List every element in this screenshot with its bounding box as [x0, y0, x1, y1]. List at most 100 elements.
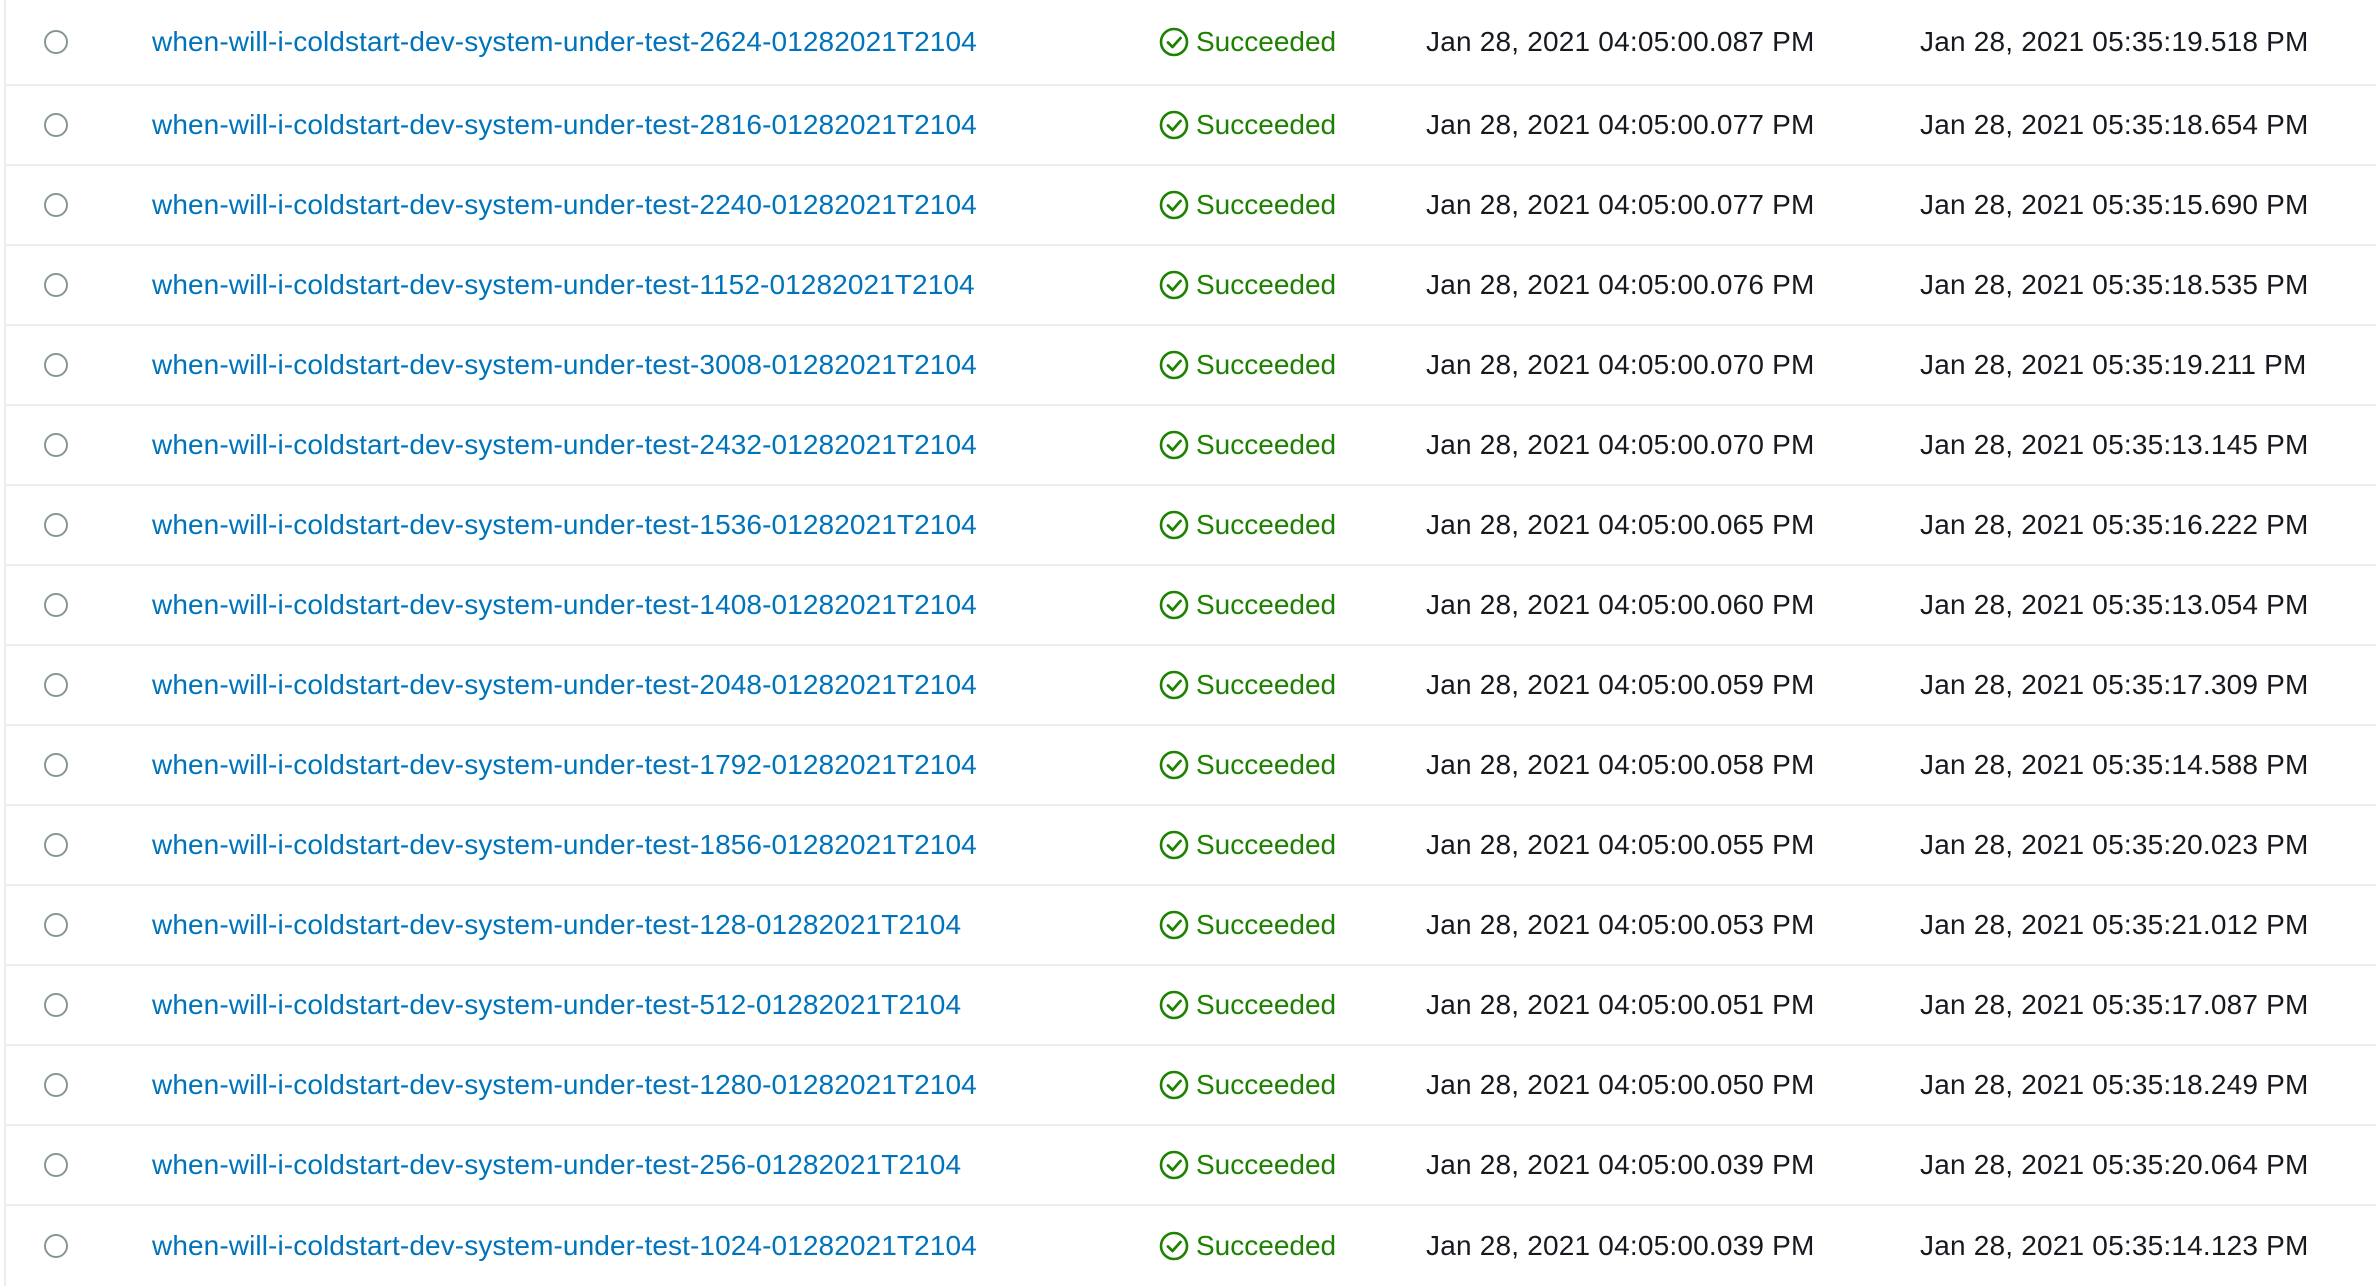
row-select-cell [44, 1046, 68, 1124]
execution-name-link[interactable]: when-will-i-coldstart-dev-system-under-t… [152, 509, 977, 541]
check-circle-icon [1159, 1070, 1189, 1100]
check-circle-icon [1159, 1150, 1189, 1180]
execution-name-link[interactable]: when-will-i-coldstart-dev-system-under-t… [152, 1069, 977, 1101]
row-select-cell [44, 966, 68, 1044]
row-select-radio[interactable] [44, 993, 68, 1017]
start-time: Jan 28, 2021 04:05:00.060 PM [1426, 589, 1815, 620]
status-cell: Succeeded [1158, 1206, 1336, 1286]
row-select-cell [44, 86, 68, 164]
row-select-radio[interactable] [44, 193, 68, 217]
execution-name-cell: when-will-i-coldstart-dev-system-under-t… [152, 166, 977, 244]
row-select-radio[interactable] [44, 113, 68, 137]
status-cell: Succeeded [1158, 646, 1336, 724]
status-cell: Succeeded [1158, 406, 1336, 484]
end-time: Jan 28, 2021 05:35:17.087 PM [1920, 989, 2309, 1020]
execution-name-link[interactable]: when-will-i-coldstart-dev-system-under-t… [152, 589, 977, 621]
execution-name-link[interactable]: when-will-i-coldstart-dev-system-under-t… [152, 989, 961, 1021]
status-cell: Succeeded [1158, 86, 1336, 164]
status-cell: Succeeded [1158, 1126, 1336, 1204]
row-select-cell [44, 486, 68, 564]
start-time-cell: Jan 28, 2021 04:05:00.077 PM [1426, 86, 1815, 164]
start-time: Jan 28, 2021 04:05:00.051 PM [1426, 989, 1815, 1020]
check-circle-icon [1159, 190, 1189, 220]
execution-name-cell: when-will-i-coldstart-dev-system-under-t… [152, 966, 961, 1044]
status-badge: Succeeded [1158, 189, 1336, 221]
end-time-cell: Jan 28, 2021 05:35:15.690 PM [1920, 166, 2309, 244]
end-time-cell: Jan 28, 2021 05:35:18.535 PM [1920, 246, 2309, 324]
start-time-cell: Jan 28, 2021 04:05:00.060 PM [1426, 566, 1815, 644]
check-circle-icon [1159, 27, 1189, 57]
row-select-radio[interactable] [44, 30, 68, 54]
execution-name-link[interactable]: when-will-i-coldstart-dev-system-under-t… [152, 269, 975, 301]
row-select-radio[interactable] [44, 513, 68, 537]
execution-name-cell: when-will-i-coldstart-dev-system-under-t… [152, 646, 977, 724]
table-row: when-will-i-coldstart-dev-system-under-t… [6, 86, 2376, 166]
status-text: Succeeded [1196, 1230, 1337, 1261]
execution-name-link[interactable]: when-will-i-coldstart-dev-system-under-t… [152, 349, 977, 381]
execution-name-link[interactable]: when-will-i-coldstart-dev-system-under-t… [152, 909, 961, 941]
execution-name-link[interactable]: when-will-i-coldstart-dev-system-under-t… [152, 829, 977, 861]
end-time: Jan 28, 2021 05:35:18.535 PM [1920, 269, 2309, 300]
status-cell: Succeeded [1158, 486, 1336, 564]
end-time-cell: Jan 28, 2021 05:35:13.145 PM [1920, 406, 2309, 484]
row-select-radio[interactable] [44, 433, 68, 457]
status-text: Succeeded [1196, 1069, 1337, 1100]
row-select-radio[interactable] [44, 1153, 68, 1177]
end-time-cell: Jan 28, 2021 05:35:19.518 PM [1920, 0, 2309, 84]
execution-name-link[interactable]: when-will-i-coldstart-dev-system-under-t… [152, 429, 977, 461]
check-circle-icon [1159, 910, 1189, 940]
start-time: Jan 28, 2021 04:05:00.077 PM [1426, 189, 1815, 220]
end-time: Jan 28, 2021 05:35:13.145 PM [1920, 429, 2309, 460]
start-time-cell: Jan 28, 2021 04:05:00.070 PM [1426, 406, 1815, 484]
row-select-radio[interactable] [44, 1073, 68, 1097]
row-select-radio[interactable] [44, 753, 68, 777]
end-time: Jan 28, 2021 05:35:20.064 PM [1920, 1149, 2309, 1180]
row-select-radio[interactable] [44, 593, 68, 617]
status-text: Succeeded [1196, 669, 1337, 700]
table-row: when-will-i-coldstart-dev-system-under-t… [6, 1126, 2376, 1206]
end-time: Jan 28, 2021 05:35:20.023 PM [1920, 829, 2309, 860]
row-select-cell [44, 806, 68, 884]
start-time: Jan 28, 2021 04:05:00.058 PM [1426, 749, 1815, 780]
status-text: Succeeded [1196, 989, 1337, 1020]
start-time-cell: Jan 28, 2021 04:05:00.053 PM [1426, 886, 1815, 964]
status-text: Succeeded [1196, 26, 1337, 57]
end-time: Jan 28, 2021 05:35:13.054 PM [1920, 589, 2309, 620]
check-circle-icon [1159, 430, 1189, 460]
row-select-radio[interactable] [44, 1234, 68, 1258]
check-circle-icon [1159, 830, 1189, 860]
start-time-cell: Jan 28, 2021 04:05:00.039 PM [1426, 1126, 1815, 1204]
row-select-radio[interactable] [44, 833, 68, 857]
status-badge: Succeeded [1158, 26, 1336, 58]
row-select-radio[interactable] [44, 673, 68, 697]
row-select-radio[interactable] [44, 273, 68, 297]
check-circle-icon [1159, 270, 1189, 300]
execution-name-link[interactable]: when-will-i-coldstart-dev-system-under-t… [152, 26, 977, 58]
execution-name-link[interactable]: when-will-i-coldstart-dev-system-under-t… [152, 749, 977, 781]
row-select-radio[interactable] [44, 353, 68, 377]
end-time-cell: Jan 28, 2021 05:35:17.309 PM [1920, 646, 2309, 724]
start-time-cell: Jan 28, 2021 04:05:00.077 PM [1426, 166, 1815, 244]
executions-table: when-will-i-coldstart-dev-system-under-t… [4, 0, 2376, 1286]
execution-name-link[interactable]: when-will-i-coldstart-dev-system-under-t… [152, 669, 977, 701]
row-select-cell [44, 726, 68, 804]
execution-name-cell: when-will-i-coldstart-dev-system-under-t… [152, 1206, 977, 1286]
status-badge: Succeeded [1158, 429, 1336, 461]
row-select-radio[interactable] [44, 913, 68, 937]
start-time-cell: Jan 28, 2021 04:05:00.087 PM [1426, 0, 1815, 84]
start-time: Jan 28, 2021 04:05:00.059 PM [1426, 669, 1815, 700]
end-time: Jan 28, 2021 05:35:19.211 PM [1920, 349, 2307, 380]
execution-name-link[interactable]: when-will-i-coldstart-dev-system-under-t… [152, 1230, 977, 1262]
start-time: Jan 28, 2021 04:05:00.070 PM [1426, 429, 1815, 460]
execution-name-link[interactable]: when-will-i-coldstart-dev-system-under-t… [152, 109, 977, 141]
end-time-cell: Jan 28, 2021 05:35:14.123 PM [1920, 1206, 2309, 1286]
execution-name-link[interactable]: when-will-i-coldstart-dev-system-under-t… [152, 189, 977, 221]
execution-name-cell: when-will-i-coldstart-dev-system-under-t… [152, 246, 975, 324]
end-time-cell: Jan 28, 2021 05:35:17.087 PM [1920, 966, 2309, 1044]
end-time-cell: Jan 28, 2021 05:35:20.064 PM [1920, 1126, 2309, 1204]
start-time-cell: Jan 28, 2021 04:05:00.059 PM [1426, 646, 1815, 724]
execution-name-link[interactable]: when-will-i-coldstart-dev-system-under-t… [152, 1149, 961, 1181]
table-row: when-will-i-coldstart-dev-system-under-t… [6, 0, 2376, 86]
status-badge: Succeeded [1158, 669, 1336, 701]
row-select-cell [44, 886, 68, 964]
